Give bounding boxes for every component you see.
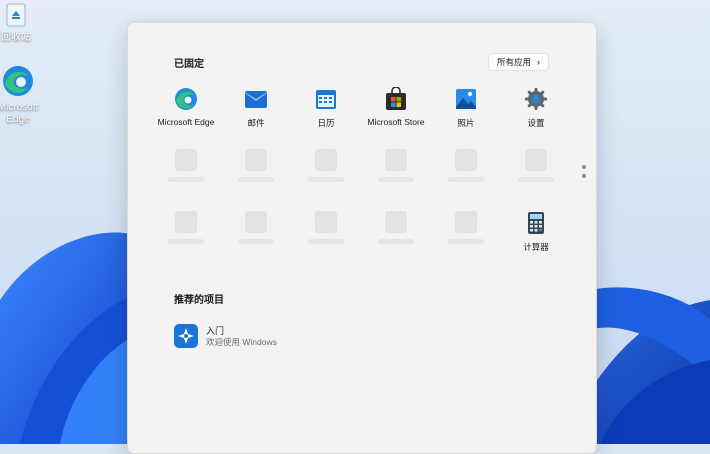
edge-icon <box>3 66 33 96</box>
pinned-app-photos[interactable]: 照片 <box>426 87 506 129</box>
pinned-placeholder <box>168 211 204 244</box>
recycle-bin-icon <box>6 3 26 27</box>
edge-label-line1: Microsoft <box>0 102 39 113</box>
pinned-placeholder <box>308 211 344 244</box>
recycle-bin-shortcut[interactable]: 回收站 <box>0 2 46 44</box>
pinned-placeholder <box>378 211 414 244</box>
pinned-placeholder <box>448 211 484 244</box>
chevron-right-icon: › <box>537 57 541 67</box>
store-icon <box>386 87 406 110</box>
pinned-app-settings[interactable]: 设置 <box>496 87 576 129</box>
pinned-app-calculator[interactable]: 计算器 <box>496 211 576 253</box>
all-apps-button[interactable]: 所有应用 › <box>488 53 550 71</box>
pinned-placeholder <box>238 211 274 244</box>
recommended-item-get-started[interactable]: 入门 欢迎使用 Windows <box>174 322 414 352</box>
mail-icon <box>245 91 267 108</box>
pinned-app-edge[interactable]: Microsoft Edge <box>146 87 226 127</box>
pinned-app-label: 照片 <box>457 118 475 128</box>
start-menu: 已固定 所有应用 › Microsoft Edge 邮件 日历 Microsof… <box>127 22 597 454</box>
recommended-item-subtitle: 欢迎使用 Windows <box>206 337 277 347</box>
pinned-section-title: 已固定 <box>174 59 204 70</box>
page-dot[interactable] <box>582 165 586 169</box>
page-dot[interactable] <box>582 174 586 178</box>
pinned-app-label: 日历 <box>317 118 335 128</box>
recommended-section-title: 推荐的项目 <box>174 295 224 306</box>
edge-icon <box>175 88 197 110</box>
settings-icon <box>525 88 547 110</box>
pinned-placeholder <box>238 149 274 182</box>
edge-label-line2: Edge <box>6 114 30 125</box>
photos-icon <box>456 89 476 109</box>
calendar-icon <box>316 90 336 109</box>
pinned-placeholder <box>378 149 414 182</box>
all-apps-label: 所有应用 <box>497 57 532 67</box>
pinned-app-label: 计算器 <box>523 242 549 252</box>
pinned-app-label: Microsoft Store <box>367 117 425 127</box>
pinned-placeholder <box>448 149 484 182</box>
pinned-app-label: Microsoft Edge <box>157 117 215 127</box>
recycle-bin-label: 回收站 <box>1 32 31 43</box>
pinned-placeholder <box>308 149 344 182</box>
calculator-icon <box>528 212 544 234</box>
pinned-app-store[interactable]: Microsoft Store <box>356 87 436 127</box>
pinned-placeholder <box>168 149 204 182</box>
get-started-icon <box>174 324 198 348</box>
pinned-app-label: 邮件 <box>247 118 265 128</box>
pinned-app-mail[interactable]: 邮件 <box>216 87 296 129</box>
edge-shortcut[interactable]: Microsoft Edge <box>0 64 48 126</box>
pinned-app-label: 设置 <box>527 118 545 128</box>
pinned-placeholder <box>518 149 554 182</box>
pinned-app-calendar[interactable]: 日历 <box>286 87 366 129</box>
pinned-page-indicator[interactable] <box>582 165 586 183</box>
